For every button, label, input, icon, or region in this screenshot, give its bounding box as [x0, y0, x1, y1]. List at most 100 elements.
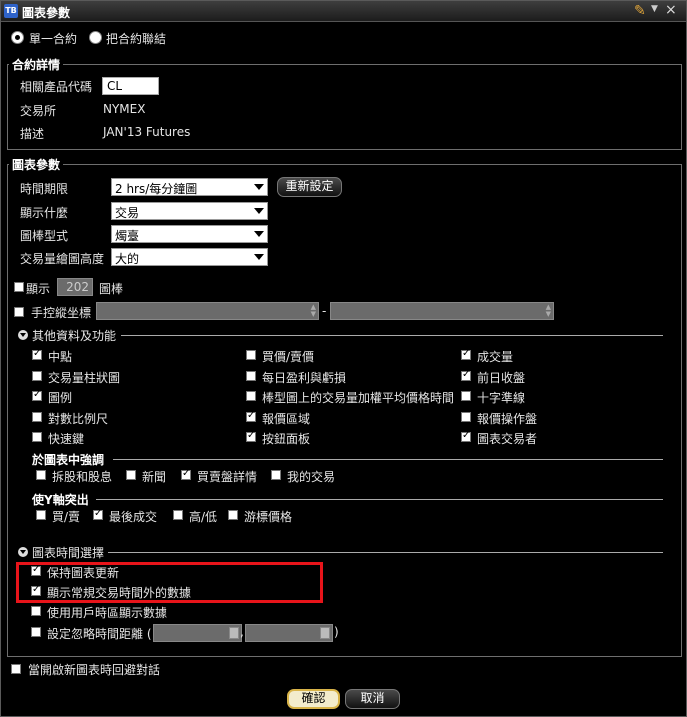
title-bar[interactable]: TB 圖表參數 ✎ ▼ ×	[1, 1, 686, 22]
option-label: 圖例	[48, 391, 73, 405]
option-label: 買賣盤詳情	[197, 470, 258, 484]
option-label: 每日盈利與虧損	[262, 370, 347, 385]
option-checkbox[interactable]	[246, 430, 256, 442]
chart-params-window: TB 圖表參數 ✎ ▼ × 單一合約 把合約聯結 合約詳情 相關產品代碼 CL …	[0, 0, 687, 717]
calendar-icon[interactable]	[229, 627, 239, 639]
option-checkbox[interactable]	[31, 584, 41, 596]
chevron-down-icon	[254, 184, 264, 190]
yaxis-section-title: 使Y軸突出	[32, 493, 89, 507]
chevron-down-icon	[254, 231, 264, 237]
divider	[108, 552, 663, 553]
divider	[96, 499, 663, 500]
avoid-dialog-label: 當開啟新圖表時回避對話	[28, 663, 161, 677]
option-checkbox[interactable]	[126, 470, 136, 480]
spin-icon[interactable]: ▲ ▼	[311, 304, 316, 318]
reset-button[interactable]: 重新設定	[277, 177, 342, 197]
collapse-timesel-icon[interactable]	[18, 547, 28, 557]
option-checkbox[interactable]	[461, 411, 471, 422]
app-icon: TB	[4, 4, 18, 18]
radio-linked-contract[interactable]	[89, 31, 102, 44]
option-label: 拆股和股息	[52, 470, 113, 484]
contract-details-legend: 合約詳情	[9, 56, 64, 73]
option-label: 顯示常規交易時間外的數據	[47, 586, 192, 600]
option-checkbox[interactable]	[32, 432, 42, 442]
option-label: 使用用戶時區顯示數據	[47, 606, 168, 620]
option-checkbox[interactable]	[246, 350, 256, 360]
symbol-label: 相關產品代碼	[20, 80, 93, 94]
option-checkbox[interactable]	[36, 510, 46, 520]
time-comma: ,	[240, 625, 244, 639]
display-bars-checkbox[interactable]	[14, 282, 24, 292]
spin-icon[interactable]: ▲ ▼	[546, 304, 551, 318]
time-period-label: 時間期限	[20, 182, 69, 196]
axis-max-input[interactable]: ▲ ▼	[330, 302, 554, 320]
option-checkbox[interactable]	[32, 389, 42, 401]
calendar-icon[interactable]	[320, 627, 330, 639]
display-count-input[interactable]: 202	[57, 278, 93, 296]
show-what-select[interactable]: 交易	[111, 202, 268, 220]
ignore-time-from-input[interactable]	[153, 624, 242, 642]
time-period-value: 2 hrs/每分鐘圖	[115, 182, 198, 196]
option-checkbox[interactable]	[32, 370, 42, 381]
option-label: 高/低	[189, 510, 218, 524]
option-checkbox[interactable]	[271, 470, 281, 480]
volume-height-value: 大的	[115, 252, 140, 266]
ignore-time-to-input[interactable]	[245, 624, 333, 642]
option-label: 新聞	[142, 470, 167, 484]
pin-icon[interactable]: ✎	[634, 3, 646, 19]
option-checkbox[interactable]	[31, 564, 41, 576]
symbol-input[interactable]: CL	[102, 77, 159, 95]
chart-params-legend: 圖表參數	[9, 156, 64, 173]
option-checkbox[interactable]	[461, 348, 471, 360]
option-checkbox[interactable]	[32, 348, 42, 360]
bar-type-select[interactable]: 燭臺	[111, 225, 268, 243]
time-period-select[interactable]: 2 hrs/每分鐘圖	[111, 178, 268, 196]
time-close-paren: )	[334, 625, 339, 639]
option-checkbox[interactable]	[173, 510, 183, 520]
show-what-value: 交易	[115, 206, 140, 220]
cancel-button[interactable]: 取消	[345, 689, 400, 709]
divider	[121, 335, 663, 336]
option-checkbox[interactable]	[93, 508, 103, 520]
timesel-section-title: 圖表時間選擇	[32, 546, 105, 560]
volume-height-label: 交易量繪圖高度	[20, 252, 105, 266]
option-checkbox[interactable]	[181, 468, 191, 480]
option-checkbox[interactable]	[32, 411, 42, 422]
bar-type-value: 燭臺	[115, 229, 140, 243]
option-checkbox[interactable]	[461, 430, 471, 442]
radio-single-label: 單一合約	[29, 32, 78, 46]
option-checkbox[interactable]	[31, 606, 41, 616]
option-checkbox[interactable]	[228, 510, 238, 520]
option-checkbox[interactable]	[31, 627, 41, 637]
manual-axis-label: 手控縱坐標	[31, 306, 92, 320]
description-label: 描述	[20, 127, 45, 141]
highlight-section-title: 於圖表中強調	[32, 453, 105, 467]
option-label: 前日收盤	[477, 370, 526, 385]
collapse-other-icon[interactable]	[18, 330, 28, 340]
display-label: 顯示	[26, 282, 51, 296]
option-label: 設定忽略時間距離 (	[47, 627, 152, 641]
option-label: 棒型圖上的交易量加權平均價格時間	[262, 391, 455, 405]
avoid-dialog-checkbox[interactable]	[11, 664, 21, 674]
axis-min-input[interactable]: ▲ ▼	[96, 302, 319, 320]
exchange-label: 交易所	[20, 104, 57, 118]
option-checkbox[interactable]	[246, 391, 256, 401]
radio-single-contract[interactable]	[11, 31, 24, 44]
option-checkbox[interactable]	[461, 391, 471, 401]
bar-type-label: 圖棒型式	[20, 229, 69, 243]
close-icon[interactable]: ×	[665, 2, 677, 18]
option-label: 十字準線	[477, 391, 526, 405]
option-label: 我的交易	[287, 470, 336, 484]
option-label: 交易量柱狀圖	[48, 370, 121, 385]
ok-button[interactable]: 確認	[287, 689, 340, 709]
volume-height-select[interactable]: 大的	[111, 248, 268, 266]
option-checkbox[interactable]	[36, 470, 46, 480]
window-menu-arrow-icon[interactable]: ▼	[651, 4, 658, 14]
manual-axis-checkbox[interactable]	[14, 307, 24, 317]
option-checkbox[interactable]	[461, 369, 471, 381]
option-checkbox[interactable]	[246, 410, 256, 422]
window-title: 圖表參數	[22, 6, 71, 20]
option-label: 買/賣	[52, 510, 81, 524]
option-checkbox[interactable]	[246, 370, 256, 381]
option-label: 圖表交易者	[477, 432, 538, 446]
